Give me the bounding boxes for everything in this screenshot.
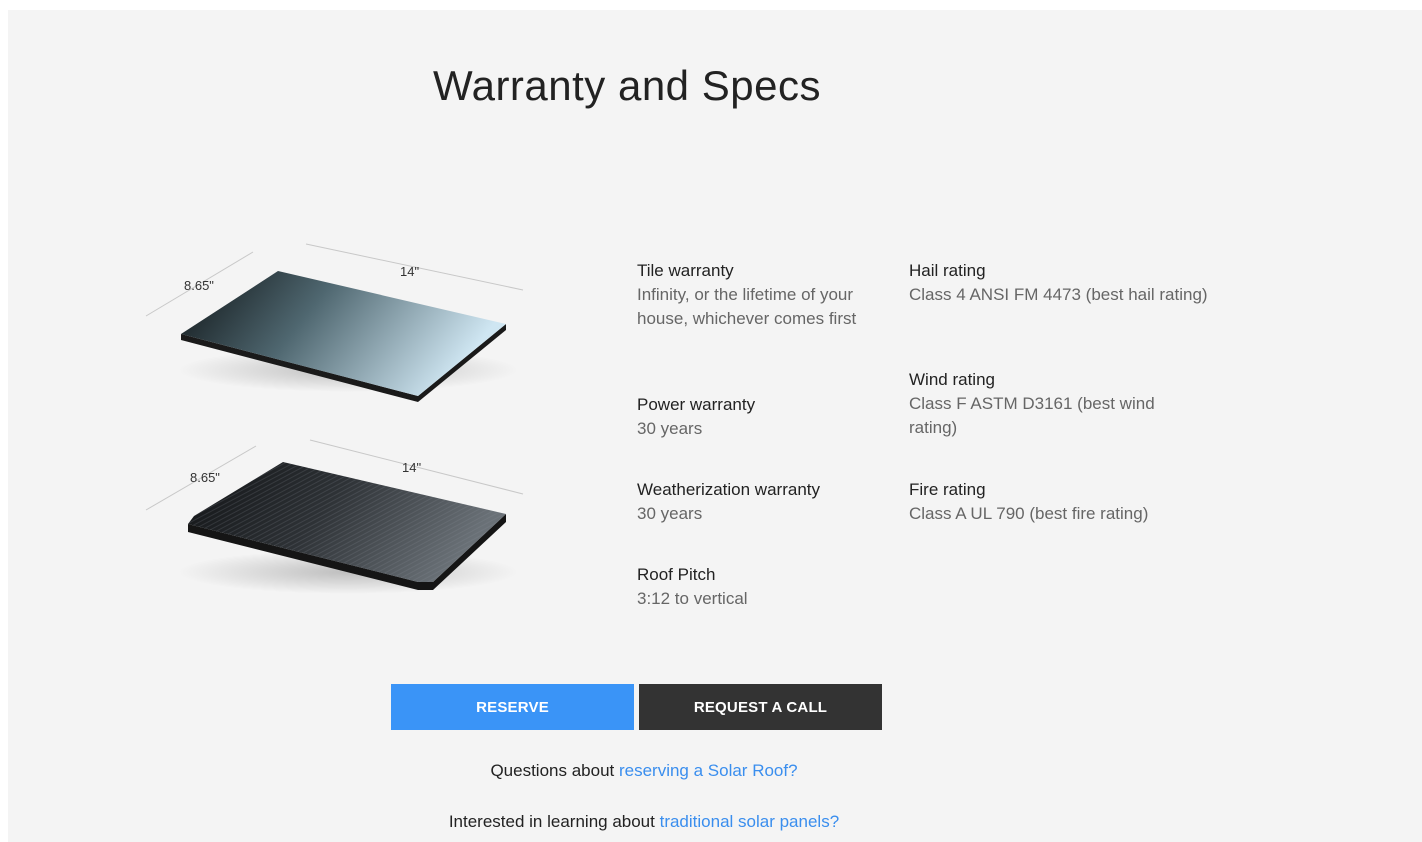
spec-label: Roof Pitch (637, 565, 716, 584)
spec-label: Fire rating (909, 480, 986, 499)
spec-value: Infinity, or the lifetime of your house,… (637, 285, 857, 328)
solar-panels-question: Interested in learning about traditional… (8, 812, 1280, 832)
spec-roof-pitch: Roof Pitch 3:12 to vertical (637, 563, 877, 611)
reserve-solar-roof-link[interactable]: reserving a Solar Roof? (619, 761, 798, 780)
spec-value: 3:12 to vertical (637, 589, 748, 608)
spec-label: Power warranty (637, 395, 756, 414)
spec-weatherization-warranty: Weatherization warranty 30 years (637, 478, 877, 526)
request-call-button[interactable]: REQUEST A CALL (639, 684, 882, 730)
section-title: Warranty and Specs (433, 62, 821, 109)
smooth-tile-illustration: 8.65" 14" (128, 238, 528, 413)
smooth-tile-image (145, 243, 524, 402)
spec-value: Class 4 ANSI FM 4473 (best hail rating) (909, 285, 1208, 304)
warranty-specs-section: Warranty and Specs 8.65" 14" 8.65" 14" T… (8, 10, 1422, 842)
spec-value: 30 years (637, 419, 703, 438)
spec-power-warranty: Power warranty 30 years (637, 393, 877, 441)
spec-value: Class A UL 790 (best fire rating) (909, 504, 1149, 523)
traditional-solar-panels-link[interactable]: traditional solar panels? (660, 812, 840, 831)
spec-fire-rating: Fire rating Class A UL 790 (best fire ra… (909, 478, 1219, 526)
reserve-question-text: Questions about (490, 761, 619, 780)
spec-tile-warranty: Tile warranty Infinity, or the lifetime … (637, 259, 877, 331)
solar-panels-question-text: Interested in learning about (448, 812, 660, 831)
spec-label: Tile warranty (637, 261, 734, 280)
spec-label: Weatherization warranty (637, 480, 820, 499)
spec-value: 30 years (637, 504, 703, 523)
textured-tile-image (145, 439, 524, 594)
textured-tile-length-label: 14" (402, 460, 422, 475)
reserve-button[interactable]: RESERVE (391, 684, 634, 730)
spec-hail-rating: Hail rating Class 4 ANSI FM 4473 (best h… (909, 259, 1219, 307)
textured-tile-width-label: 8.65" (190, 470, 220, 485)
spec-wind-rating: Wind rating Class F ASTM D3161 (best win… (909, 368, 1219, 440)
spec-value: Class F ASTM D3161 (best wind rating) (909, 394, 1155, 437)
spec-label: Hail rating (909, 261, 986, 280)
spec-label: Wind rating (909, 370, 995, 389)
smooth-tile-width-label: 8.65" (184, 278, 214, 293)
smooth-tile-length-label: 14" (400, 264, 420, 279)
textured-tile-illustration: 8.65" 14" (128, 432, 528, 607)
reserve-question: Questions about reserving a Solar Roof? (8, 761, 1280, 781)
